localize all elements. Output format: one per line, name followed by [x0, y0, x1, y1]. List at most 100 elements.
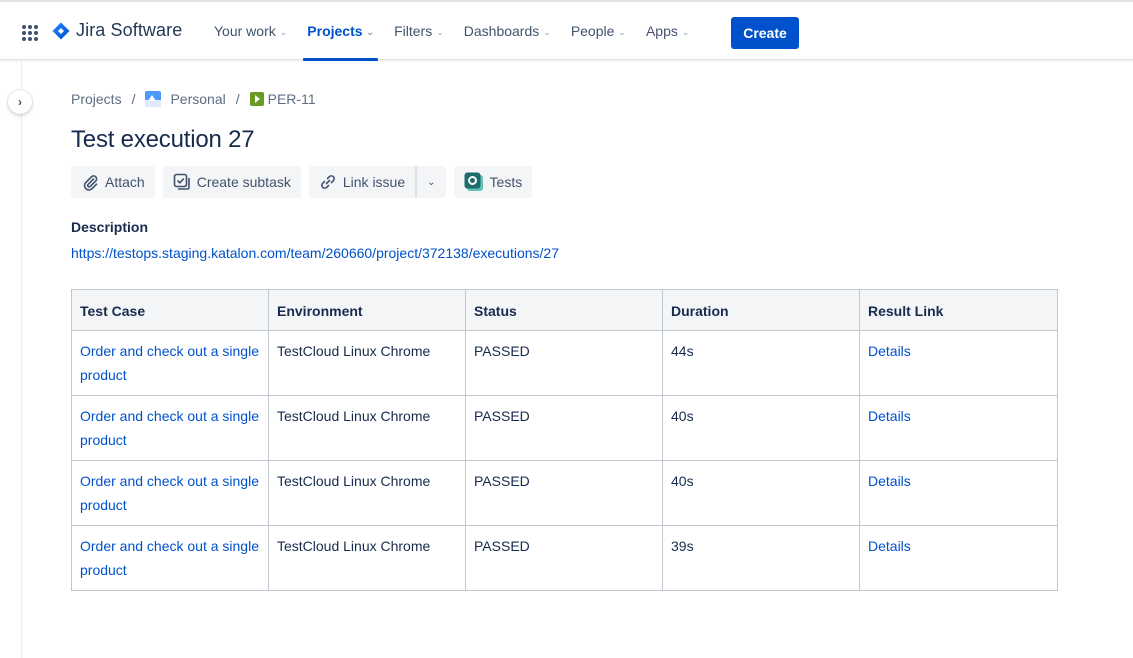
table-row: Order and check out a single product Tes…	[71, 525, 1058, 591]
breadcrumb-separator: /	[131, 91, 136, 107]
product-name: Jira Software	[76, 20, 183, 40]
jira-diamond-icon	[52, 22, 70, 39]
cell-test-case: Order and check out a single product	[71, 525, 269, 591]
nav-label: Filters	[394, 23, 433, 39]
status-value: PASSED	[474, 408, 530, 424]
cell-environment: TestCloud Linux Chrome	[268, 330, 466, 396]
cell-duration: 40s	[662, 460, 860, 526]
primary-nav: Your work ⌄ Projects ⌄ Filters ⌄ Dashboa…	[206, 2, 701, 61]
cell-test-case: Order and check out a single product	[71, 330, 269, 396]
status-value: PASSED	[474, 538, 530, 554]
link-issue-split-button: Link issue ⌄	[308, 166, 446, 198]
attach-button[interactable]: Attach	[71, 166, 155, 198]
nav-projects[interactable]: Projects ⌄	[299, 2, 382, 61]
chevron-down-icon: ⌄	[279, 26, 288, 37]
status-value: PASSED	[474, 473, 530, 489]
create-button[interactable]: Create	[731, 17, 799, 49]
paperclip-icon	[81, 173, 99, 191]
cell-status: PASSED	[465, 330, 663, 396]
project-avatar-icon	[145, 91, 162, 107]
chevron-down-icon: ⌄	[543, 26, 551, 37]
cell-result-link: Details	[859, 330, 1058, 396]
nav-your-work[interactable]: Your work ⌄	[206, 2, 295, 60]
cell-status: PASSED	[465, 460, 663, 526]
cell-status: PASSED	[465, 525, 663, 591]
cell-result-link: Details	[859, 460, 1058, 526]
duration-value: 39s	[671, 538, 694, 554]
details-link[interactable]: Details	[868, 339, 1049, 363]
expand-sidebar-button[interactable]: ›	[8, 90, 32, 114]
tests-button[interactable]: Tests	[453, 166, 533, 198]
nav-label: Projects	[307, 23, 363, 39]
cell-duration: 39s	[662, 525, 860, 591]
nav-dashboards[interactable]: Dashboards ⌄	[456, 2, 559, 60]
test-case-link[interactable]: Order and check out a single product	[80, 473, 259, 513]
test-case-link[interactable]: Order and check out a single product	[80, 343, 259, 383]
chevron-down-icon: ⌄	[366, 26, 375, 37]
breadcrumb-label: PER-11	[267, 91, 316, 107]
breadcrumb-projects[interactable]: Projects	[71, 91, 122, 107]
sidebar-divider	[21, 60, 22, 658]
environment-value: TestCloud Linux Chrome	[277, 343, 431, 359]
table-row: Order and check out a single product Tes…	[71, 460, 1058, 526]
test-case-link[interactable]: Order and check out a single product	[80, 538, 259, 578]
environment-value: TestCloud Linux Chrome	[277, 408, 431, 424]
nav-filters[interactable]: Filters ⌄	[386, 2, 452, 60]
description-link[interactable]: https://testops.staging.katalon.com/team…	[71, 245, 559, 261]
cell-duration: 44s	[662, 330, 860, 396]
environment-value: TestCloud Linux Chrome	[277, 473, 431, 489]
environment-value: TestCloud Linux Chrome	[277, 538, 431, 554]
table-row: Order and check out a single product Tes…	[71, 330, 1058, 396]
link-issue-button[interactable]: Link issue	[308, 166, 416, 198]
breadcrumb-personal[interactable]: Personal	[145, 91, 226, 107]
app-switcher-icon[interactable]	[22, 25, 38, 41]
link-icon	[319, 173, 337, 191]
description-label: Description	[71, 219, 149, 235]
nav-label: Apps	[645, 23, 678, 39]
subtask-icon	[173, 173, 191, 191]
nav-label: Dashboards	[463, 23, 540, 39]
chevron-down-icon: ⌄	[681, 26, 690, 37]
katalon-tests-icon	[464, 172, 484, 192]
chevron-right-icon: ›	[18, 95, 22, 109]
test-case-link[interactable]: Order and check out a single product	[80, 408, 259, 448]
duration-value: 44s	[671, 343, 694, 359]
cell-status: PASSED	[465, 395, 663, 461]
link-issue-dropdown-button[interactable]: ⌄	[415, 166, 446, 198]
cell-result-link: Details	[859, 395, 1058, 461]
column-header-duration: Duration	[662, 289, 860, 331]
top-navigation-bar: Jira Software Your work ⌄ Projects ⌄ Fil…	[0, 0, 1133, 61]
nav-apps[interactable]: Apps ⌄	[638, 2, 697, 60]
details-link[interactable]: Details	[868, 534, 1049, 558]
cell-environment: TestCloud Linux Chrome	[268, 395, 466, 461]
test-execution-issue-icon	[249, 92, 264, 106]
details-link[interactable]: Details	[868, 404, 1049, 428]
status-value: PASSED	[474, 343, 530, 359]
table-header-row: Test Case Environment Status Duration Re…	[71, 289, 1058, 331]
duration-value: 40s	[671, 408, 694, 424]
duration-value: 40s	[671, 473, 694, 489]
issue-action-bar: Attach Create subtask Link issue ⌄ Tests	[71, 166, 540, 198]
column-header-test-case: Test Case	[71, 289, 269, 331]
chevron-down-icon: ⌄	[436, 26, 444, 37]
cell-environment: TestCloud Linux Chrome	[268, 460, 466, 526]
details-link[interactable]: Details	[868, 469, 1049, 493]
nav-label: Your work	[214, 23, 276, 39]
jira-logo[interactable]: Jira Software	[52, 20, 182, 41]
cell-environment: TestCloud Linux Chrome	[268, 525, 466, 591]
create-subtask-button[interactable]: Create subtask	[162, 166, 301, 198]
nav-label: People	[570, 23, 615, 39]
chevron-down-icon: ⌄	[618, 26, 626, 37]
breadcrumb-label: Personal	[170, 91, 226, 107]
cell-test-case: Order and check out a single product	[71, 460, 269, 526]
issue-title[interactable]: Test execution 27	[71, 126, 255, 154]
column-header-result-link: Result Link	[859, 289, 1058, 331]
breadcrumb-issue-key[interactable]: PER-11	[249, 91, 316, 107]
test-results-table: Test Case Environment Status Duration Re…	[71, 289, 1058, 591]
button-label: Create subtask	[196, 174, 291, 190]
breadcrumb: Projects / Personal / PER-11	[71, 91, 316, 107]
cell-result-link: Details	[859, 525, 1058, 591]
breadcrumb-separator: /	[235, 91, 240, 107]
button-label: Tests	[489, 174, 523, 190]
nav-people[interactable]: People ⌄	[563, 2, 634, 60]
